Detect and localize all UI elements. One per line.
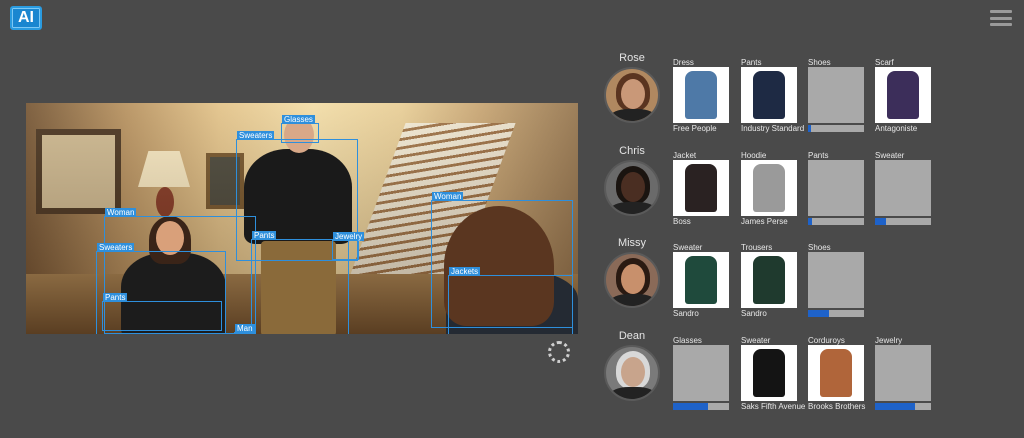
progress-fill: [808, 125, 811, 132]
person-name: Dean: [618, 330, 646, 342]
hamburger-menu-icon[interactable]: [990, 10, 1012, 26]
item-category-label: Trousers: [741, 243, 773, 252]
person-name: Missy: [617, 237, 647, 249]
garment-shape: [685, 256, 717, 304]
person-name: Chris: [619, 145, 645, 157]
detection-label: Man: [235, 324, 255, 333]
product-placeholder[interactable]: [875, 345, 931, 401]
progress-fill: [673, 403, 708, 410]
detection-label: Pants: [252, 231, 277, 240]
video-frame[interactable]: Glasses Sweaters Woman Woman Sweaters Pants Je…: [26, 103, 578, 334]
detection-box-jewelry[interactable]: Jewelry: [332, 232, 365, 260]
item-brand-label[interactable]: Sandro: [741, 309, 767, 318]
garment-shape: [753, 349, 785, 397]
loading-progress-bar: [673, 403, 729, 410]
progress-fill: [808, 218, 813, 225]
avatar-shoulders: [610, 387, 656, 399]
loading-progress-bar: [808, 125, 864, 132]
item-category-label: Dress: [673, 58, 694, 67]
detection-box-man[interactable]: Man: [234, 324, 256, 334]
product-placeholder[interactable]: [808, 67, 864, 123]
avatar[interactable]: [604, 67, 660, 123]
detection-label: Sweaters: [237, 131, 275, 140]
garment-shape: [820, 349, 852, 397]
product-thumbnail[interactable]: [673, 252, 729, 308]
loading-progress-bar: [875, 403, 931, 410]
detection-label: Glasses: [282, 115, 315, 124]
item-category-label: Pants: [741, 58, 762, 67]
item-category-label: Glasses: [673, 336, 702, 345]
item-category-label: Pants: [808, 151, 829, 160]
avatar-shoulders: [610, 294, 656, 306]
detection-label: Pants: [103, 293, 128, 302]
product-thumbnail[interactable]: [741, 345, 797, 401]
avatar-face: [621, 79, 645, 109]
garment-shape: [753, 71, 785, 119]
loading-progress-bar: [808, 218, 864, 225]
product-placeholder[interactable]: [673, 345, 729, 401]
detection-label: Sweaters: [97, 243, 135, 252]
item-category-label: Jacket: [673, 151, 697, 160]
item-category-label: Hoodie: [741, 151, 767, 160]
detection-label: Jackets: [449, 267, 481, 276]
item-brand-label[interactable]: James Perse: [741, 217, 788, 226]
detection-box-jackets[interactable]: Jackets: [448, 267, 573, 334]
item-brand-label[interactable]: Saks Fifth Avenue: [741, 402, 805, 411]
product-thumbnail[interactable]: [741, 252, 797, 308]
garment-shape: [685, 164, 717, 212]
detection-label: Jewelry: [333, 232, 365, 241]
item-category-label: Shoes: [808, 243, 831, 252]
detection-box-pants[interactable]: Pants: [102, 293, 222, 331]
garment-shape: [753, 256, 785, 304]
item-brand-label[interactable]: Free People: [673, 124, 717, 133]
product-thumbnail[interactable]: [741, 67, 797, 123]
garment-shape: [753, 164, 785, 212]
item-brand-label[interactable]: Antagoniste: [875, 124, 917, 133]
product-thumbnail[interactable]: [875, 67, 931, 123]
garment-shape: [887, 71, 919, 119]
detection-label: Woman: [432, 192, 464, 201]
product-thumbnail[interactable]: [673, 67, 729, 123]
avatar[interactable]: [604, 345, 660, 401]
avatar[interactable]: [604, 160, 660, 216]
loading-spinner-icon: [548, 341, 570, 363]
avatar-face: [621, 357, 645, 387]
progress-fill: [808, 310, 830, 317]
item-category-label: Sweater: [673, 243, 703, 252]
product-placeholder[interactable]: [808, 160, 864, 216]
person-name: Rose: [619, 52, 645, 64]
item-brand-label[interactable]: Industry Standard: [741, 124, 804, 133]
item-category-label: Shoes: [808, 58, 831, 67]
ai-logo-icon[interactable]: AI: [10, 6, 42, 30]
item-category-label: Corduroys: [808, 336, 845, 345]
item-category-label: Sweater: [875, 151, 905, 160]
avatar-face: [621, 172, 645, 202]
product-placeholder[interactable]: [808, 252, 864, 308]
product-thumbnail[interactable]: [673, 160, 729, 216]
avatar[interactable]: [604, 252, 660, 308]
loading-progress-bar: [875, 218, 931, 225]
avatar-shoulders: [610, 202, 656, 214]
item-category-label: Sweater: [741, 336, 771, 345]
progress-fill: [875, 218, 887, 225]
product-thumbnail[interactable]: [808, 345, 864, 401]
item-category-label: Jewelry: [875, 336, 903, 345]
garment-shape: [685, 71, 717, 119]
item-category-label: Scarf: [875, 58, 894, 67]
item-brand-label[interactable]: Boss: [673, 217, 691, 226]
product-placeholder[interactable]: [875, 160, 931, 216]
progress-fill: [875, 403, 916, 410]
loading-progress-bar: [808, 310, 864, 317]
avatar-face: [621, 264, 645, 294]
detection-label: Woman: [105, 208, 137, 217]
avatar-shoulders: [610, 109, 656, 121]
item-brand-label[interactable]: Brooks Brothers: [808, 402, 865, 411]
item-brand-label[interactable]: Sandro: [673, 309, 699, 318]
product-thumbnail[interactable]: [741, 160, 797, 216]
